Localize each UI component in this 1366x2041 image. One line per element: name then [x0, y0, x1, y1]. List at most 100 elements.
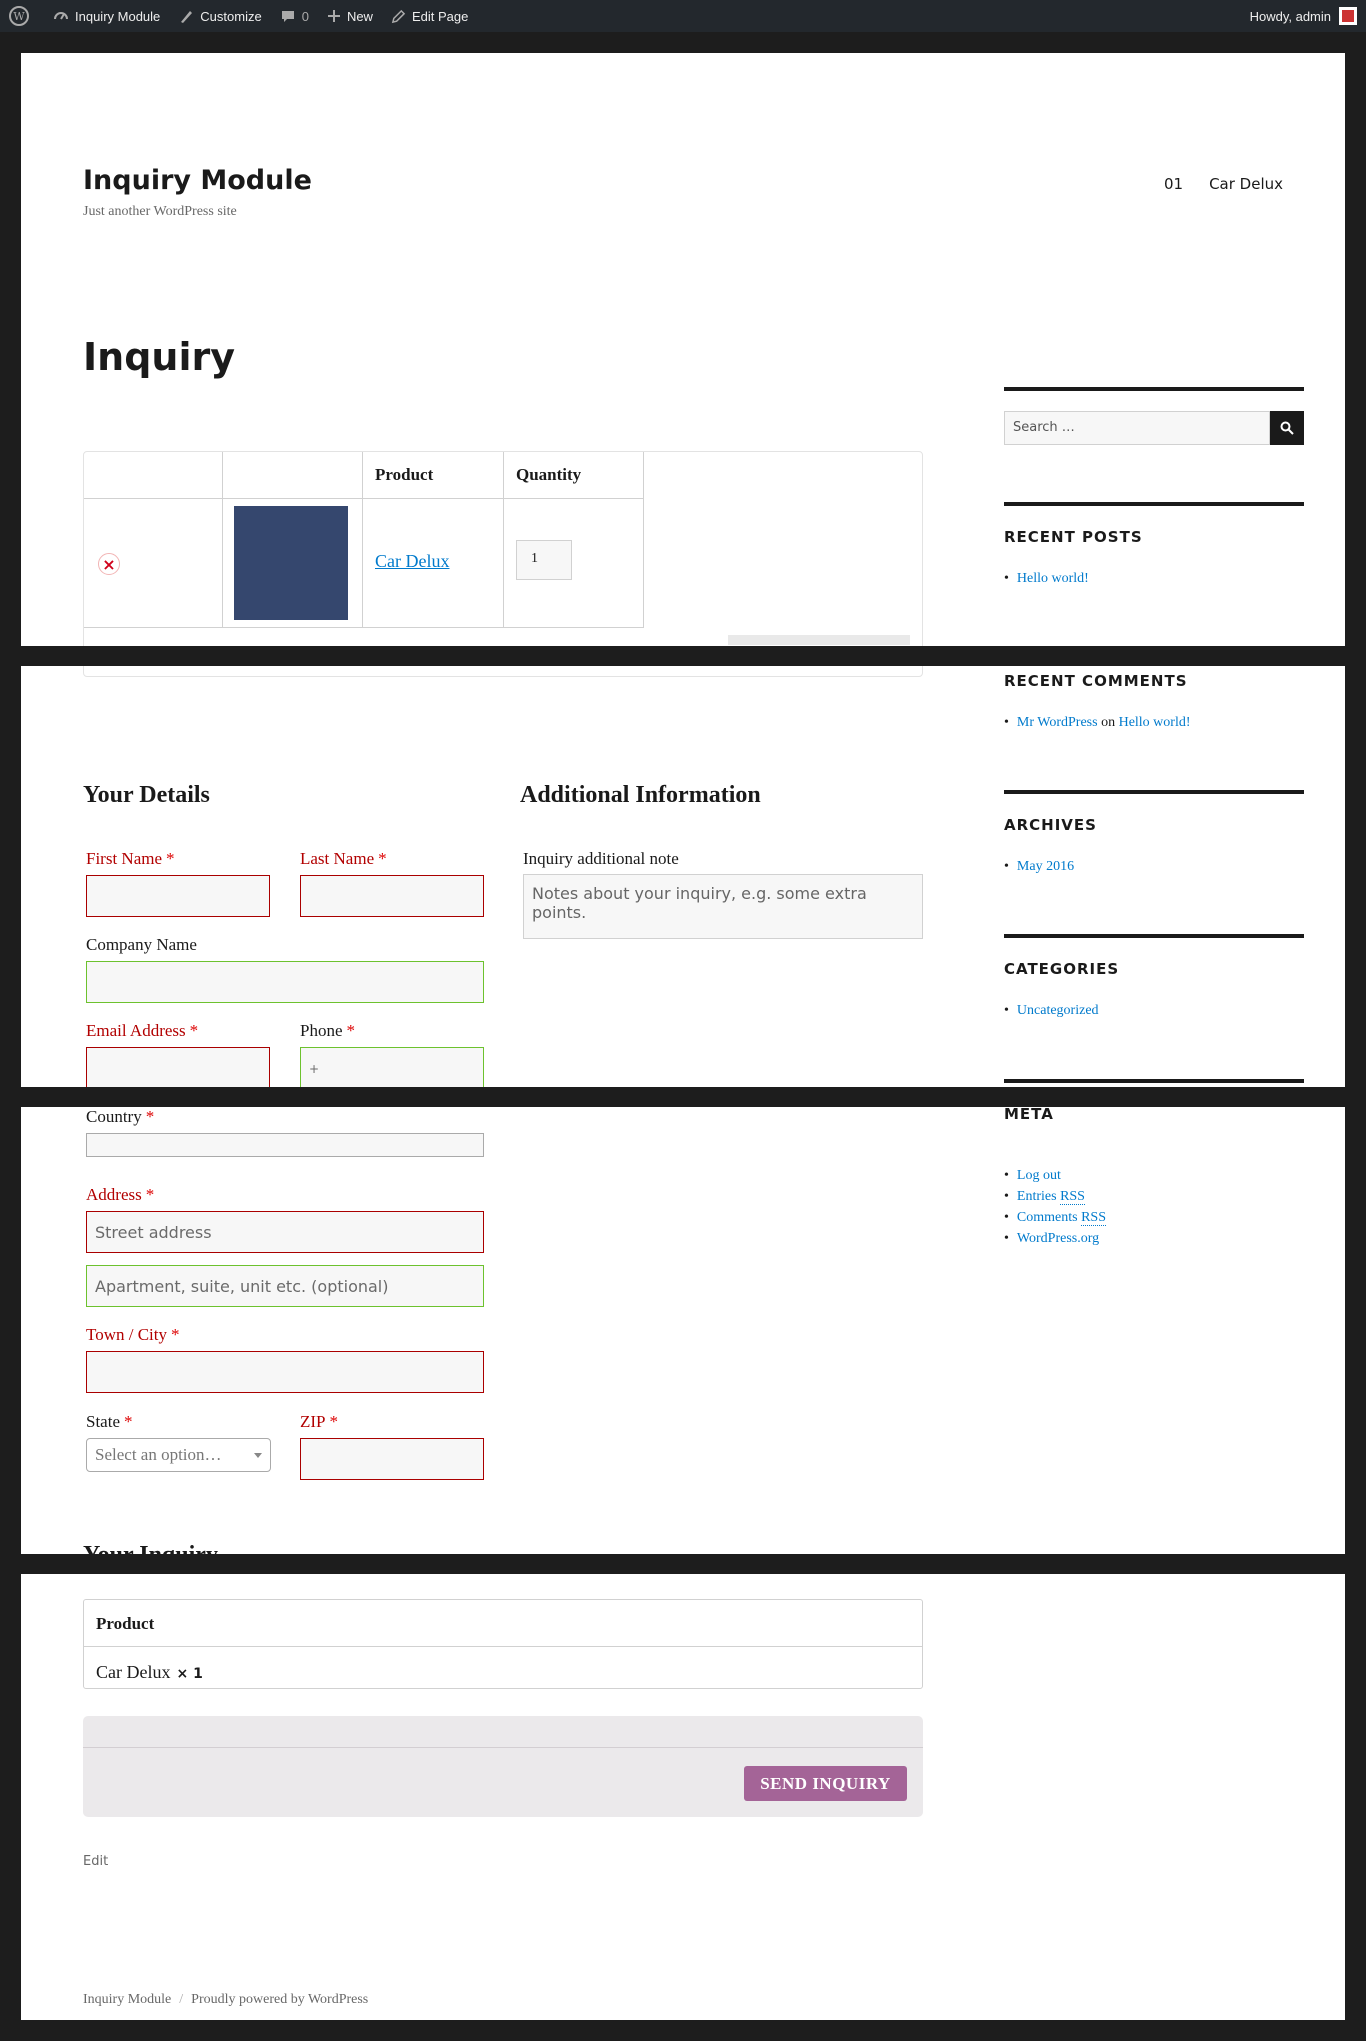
list-item: Log out	[1004, 1165, 1106, 1186]
admin-bar-account[interactable]: Howdy, admin	[1241, 0, 1366, 32]
widget-rule-meta	[1004, 1079, 1304, 1083]
first-name-label: First Name *	[86, 849, 175, 868]
remove-item-icon[interactable]: ×	[98, 553, 120, 575]
widget-rule-categories	[1004, 934, 1304, 938]
inquiry-review-table: Product Car Delux × 1	[83, 1599, 923, 1689]
site-footer: Inquiry Module / Proudly powered by WordPr…	[83, 1992, 368, 2008]
list-item: May 2016	[1004, 856, 1074, 877]
list-item: Comments RSS	[1004, 1207, 1106, 1228]
zip-label: ZIP *	[300, 1412, 338, 1431]
recent-post-link[interactable]: Hello world!	[1017, 571, 1089, 586]
admin-bar: W Inquiry Module Customize 0 New Edit Pa…	[0, 0, 1366, 32]
last-name-label: Last Name *	[300, 849, 387, 868]
page-content: Inquiry Module Just another WordPress si…	[21, 53, 1345, 2020]
comment-post-link[interactable]: Hello world!	[1119, 715, 1191, 730]
recent-posts-title: RECENT POSTS	[1004, 528, 1143, 546]
search-input[interactable]: Search …	[1004, 411, 1270, 445]
zip-field[interactable]	[300, 1438, 484, 1480]
footer-site-link[interactable]: Inquiry Module	[83, 1992, 171, 2007]
address-label: Address *	[86, 1185, 155, 1204]
cart-header-thumbnail	[223, 452, 363, 499]
country-label: Country *	[86, 1107, 155, 1126]
street-address-field[interactable]: Street address	[86, 1211, 484, 1253]
howdy-label: Howdy, admin	[1249, 8, 1331, 24]
archive-link[interactable]: May 2016	[1017, 859, 1074, 874]
menu-item-car-delux[interactable]: Car Delux	[1209, 175, 1283, 193]
pencil-icon	[391, 9, 406, 23]
product-link[interactable]: Car Delux	[375, 551, 449, 572]
page-title: Inquiry	[83, 335, 235, 379]
admin-bar-site-name[interactable]: Inquiry Module	[44, 0, 169, 32]
admin-bar-edit-page[interactable]: Edit Page	[382, 0, 477, 32]
primary-menu: 01 Car Delux	[1164, 175, 1283, 193]
widget-rule-recent-posts	[1004, 502, 1304, 506]
search-button[interactable]	[1270, 411, 1304, 445]
capture-seam	[21, 646, 1345, 666]
admin-bar-comments[interactable]: 0	[271, 0, 318, 32]
admin-bar-new[interactable]: New	[318, 0, 382, 32]
state-label: State *	[86, 1412, 133, 1431]
svg-text:W: W	[13, 10, 25, 23]
state-select[interactable]: Select an option…	[86, 1438, 271, 1472]
archives-list: May 2016	[1004, 856, 1074, 877]
cart-cell-thumbnail	[223, 499, 363, 628]
admin-bar-customize[interactable]: Customize	[169, 0, 270, 32]
comment-author-link[interactable]: Mr WordPress	[1017, 715, 1098, 730]
capture-seam	[21, 1087, 1345, 1107]
inquiry-note-textarea[interactable]: Notes about your inquiry, e.g. some extr…	[523, 874, 923, 939]
plus-icon	[327, 10, 340, 22]
chevron-down-icon	[254, 1453, 262, 1458]
recent-comments-title: RECENT COMMENTS	[1004, 672, 1188, 690]
send-inquiry-button[interactable]: SEND INQUIRY	[744, 1766, 907, 1801]
comment-on-text: on	[1101, 715, 1116, 730]
last-name-field[interactable]	[300, 875, 484, 917]
new-label: New	[346, 8, 373, 24]
submit-divider	[83, 1747, 923, 1748]
phone-field[interactable]: +	[300, 1047, 484, 1089]
site-tagline: Just another WordPress site	[83, 204, 237, 219]
customize-label: Customize	[200, 8, 262, 24]
city-label: Town / City *	[86, 1325, 180, 1344]
comments-rss-link[interactable]: Comments RSS	[1017, 1210, 1106, 1226]
wordpress-org-link[interactable]: WordPress.org	[1017, 1231, 1099, 1246]
recent-posts-list: Hello world!	[1004, 568, 1089, 589]
email-field[interactable]	[86, 1047, 270, 1089]
list-item: Entries RSS	[1004, 1186, 1106, 1207]
footer-powered-link[interactable]: Proudly powered by WordPress	[191, 1992, 368, 2007]
quantity-input[interactable]: 1	[516, 540, 572, 580]
capture-seam	[21, 1554, 1345, 1574]
widget-rule-archives	[1004, 790, 1304, 794]
wordpress-logo-icon[interactable]: W	[0, 0, 44, 32]
list-item: Uncategorized	[1004, 1000, 1099, 1021]
edit-link[interactable]: Edit	[83, 1854, 108, 1869]
inquiry-divider	[84, 1646, 922, 1647]
recent-comments-list: Mr WordPress on Hello world!	[1004, 712, 1191, 733]
menu-item-01[interactable]: 01	[1164, 175, 1183, 193]
cart-cell-quantity: 1	[504, 499, 644, 628]
entries-rss-link[interactable]: Entries RSS	[1017, 1189, 1085, 1205]
inquiry-item-row: Car Delux × 1	[96, 1662, 203, 1683]
search-icon	[1280, 421, 1294, 435]
update-cart-button[interactable]	[728, 635, 910, 645]
comments-count: 0	[301, 8, 309, 24]
apartment-field[interactable]: Apartment, suite, unit etc. (optional)	[86, 1265, 484, 1307]
site-title[interactable]: Inquiry Module	[83, 165, 312, 196]
dashboard-icon	[54, 12, 68, 20]
list-item: Mr WordPress on Hello world!	[1004, 712, 1191, 733]
product-thumbnail[interactable]	[234, 506, 348, 620]
cart-cell-remove: ×	[84, 499, 223, 628]
log-out-link[interactable]: Log out	[1017, 1168, 1061, 1183]
country-select[interactable]	[86, 1133, 484, 1157]
avatar	[1339, 7, 1357, 25]
cart-header-quantity: Quantity	[504, 452, 644, 499]
company-field[interactable]	[86, 961, 484, 1003]
widget-rule-search	[1004, 387, 1304, 391]
first-name-field[interactable]	[86, 875, 270, 917]
category-link[interactable]: Uncategorized	[1017, 1003, 1099, 1018]
admin-bar-site-label: Inquiry Module	[75, 8, 161, 24]
additional-info-heading: Additional Information	[520, 782, 761, 808]
meta-title: META	[1004, 1105, 1054, 1123]
note-label: Inquiry additional note	[523, 849, 679, 868]
city-field[interactable]	[86, 1351, 484, 1393]
footer-separator: /	[179, 1992, 184, 2007]
